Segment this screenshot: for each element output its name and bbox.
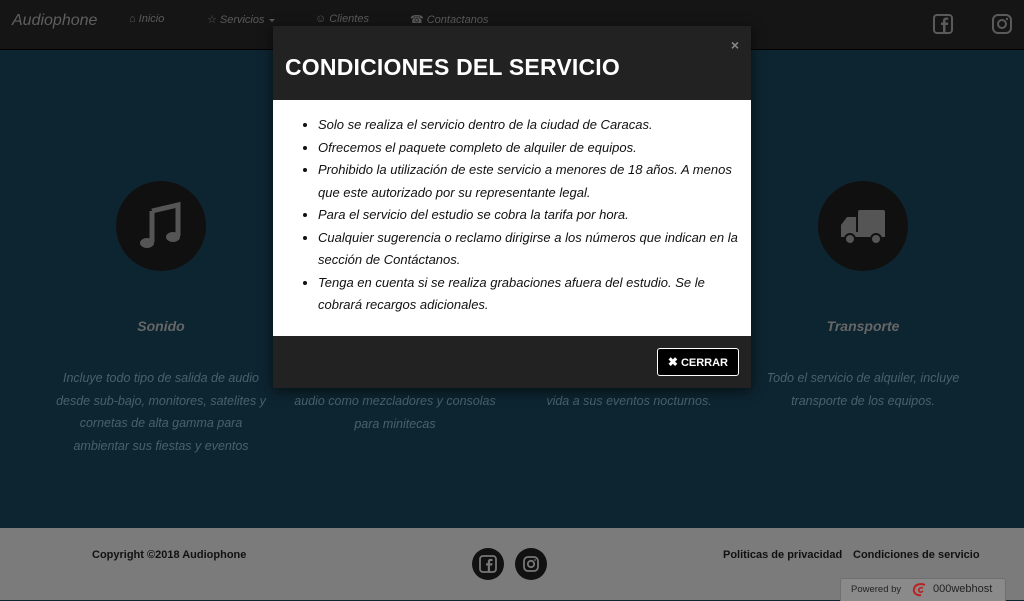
instagram-icon	[523, 556, 539, 572]
nav-item-contactanos[interactable]: ☎ Contactanos	[410, 13, 488, 26]
terms-of-service-link[interactable]: Condiciones de servicio	[853, 549, 980, 561]
phone-icon: ☎	[410, 14, 424, 26]
service-desc-sonido: Incluye todo tipo de salida de audio des…	[56, 371, 266, 453]
nav-item-servicios[interactable]: ☆ Servicios	[207, 13, 275, 26]
facebook-icon[interactable]	[933, 14, 953, 34]
terms-item: Para el servicio del estudio se cobra la…	[318, 204, 738, 227]
service-desc-equipos: audio como mezcladores y consolas para m…	[294, 394, 496, 431]
truck-icon	[841, 210, 885, 245]
facebook-icon	[479, 555, 497, 573]
footer-instagram-button[interactable]	[515, 548, 547, 580]
star-icon: ☆	[207, 14, 217, 26]
close-button-label: CERRAR	[680, 357, 728, 369]
caret-down-icon	[268, 18, 275, 22]
powered-by-text: Powered by	[851, 584, 902, 595]
music-icon	[140, 201, 181, 248]
service-desc-transporte: Todo el servicio de alquiler, incluye tr…	[766, 371, 960, 408]
home-icon: ⌂	[129, 13, 136, 25]
modal-close-icon[interactable]: ×	[731, 37, 739, 53]
service-desc-iluminacion: vida a sus eventos nocturnos.	[546, 394, 712, 408]
powered-by-brand: 000webhost	[933, 583, 993, 595]
modal-footer: ✖ CERRAR	[273, 336, 751, 388]
terms-item: Solo se realiza el servicio dentro de la…	[318, 114, 738, 137]
modal-title: CONDICIONES DEL SERVICIO	[285, 54, 620, 80]
footer-facebook-button[interactable]	[472, 548, 504, 580]
close-modal-button[interactable]: ✖ CERRAR	[656, 348, 739, 376]
terms-item: Prohibido la utilización de este servici…	[318, 159, 738, 204]
instagram-icon[interactable]	[992, 14, 1012, 34]
nav-label: Servicios	[219, 14, 265, 26]
terms-item: Tenga en cuenta si se realiza grabacione…	[318, 272, 738, 317]
service-circle-sonido	[116, 181, 206, 271]
nav-label: Inicio	[138, 13, 165, 25]
terms-item: Cualquier sugerencia o reclamo dirigirse…	[318, 227, 738, 272]
nav-label: Contactanos	[426, 14, 489, 26]
close-icon: ✖	[667, 355, 678, 369]
powered-by-badge[interactable]: Powered by 000webhost	[840, 578, 1006, 601]
modal-body: Solo se realiza el servicio dentro de la…	[273, 100, 751, 336]
service-title-transporte: Transporte	[826, 318, 900, 334]
copyright-text: Copyright ©2018 Audiophone	[92, 549, 247, 561]
privacy-policy-link[interactable]: Politicas de privacidad	[723, 549, 842, 561]
terms-list: Solo se realiza el servicio dentro de la…	[273, 114, 738, 317]
users-icon: ☺	[315, 13, 327, 25]
nav-label: Clientes	[329, 13, 369, 25]
service-circle-transporte	[818, 181, 908, 271]
service-title-sonido: Sonido	[137, 318, 185, 334]
webhost-logo-icon	[912, 583, 926, 597]
brand-logo[interactable]: Audiophone	[12, 12, 97, 30]
nav-item-inicio[interactable]: ⌂ Inicio	[129, 13, 164, 25]
nav-item-clientes[interactable]: ☺ Clientes	[315, 13, 369, 25]
modal-header: CONDICIONES DEL SERVICIO ×	[273, 26, 751, 100]
terms-modal: CONDICIONES DEL SERVICIO × Solo se reali…	[273, 26, 751, 388]
terms-item: Ofrecemos el paquete completo de alquile…	[318, 137, 738, 160]
